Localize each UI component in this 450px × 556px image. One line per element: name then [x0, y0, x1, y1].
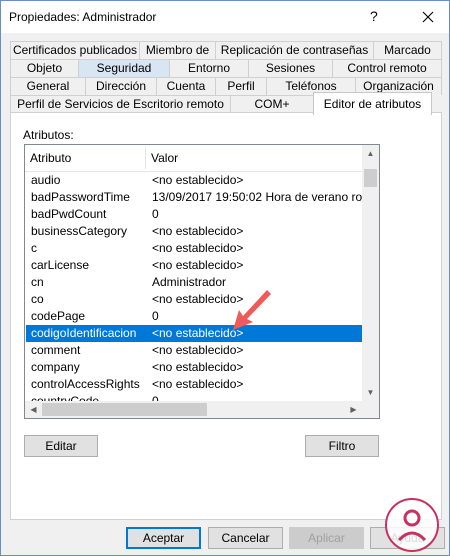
attribute-value: <no establecido> [152, 224, 244, 238]
attribute-name: badPasswordTime [31, 190, 130, 204]
horizontal-scroll-thumb[interactable] [42, 403, 207, 416]
horizontal-scrollbar[interactable]: ◀ ▶ [25, 401, 362, 418]
tab-perfil[interactable]: Perfil [215, 77, 267, 95]
attribute-row[interactable]: comment <no establecido> [26, 342, 362, 359]
attribute-name: badPwdCount [31, 207, 107, 221]
attribute-name: businessCategory [31, 224, 128, 238]
vertical-scrollbar[interactable]: ▲ ▼ [362, 145, 379, 401]
attribute-name: c [31, 241, 37, 255]
tab-objeto[interactable]: Objeto [10, 59, 79, 77]
tab-replicacion-contrasenas[interactable]: Replicación de contraseñas [215, 41, 374, 59]
site-logo-watermark [385, 498, 439, 552]
attribute-name: codePage [31, 309, 86, 323]
close-button[interactable] [407, 1, 449, 33]
column-header-value[interactable]: Valor [146, 145, 346, 171]
close-icon [422, 11, 434, 23]
tab-editor-de-atributos[interactable]: Editor de atributos [313, 92, 432, 115]
tab-row-2: Objeto Seguridad Entorno Sesiones Contro… [1, 59, 450, 77]
attributes-label: Atributos: [23, 128, 74, 142]
cancel-button[interactable]: Cancelar [208, 527, 283, 549]
attribute-value: 13/09/2017 19:50:02 Hora de verano roman… [152, 190, 362, 204]
help-button[interactable]: ? [370, 8, 378, 24]
column-header-attribute[interactable]: Atributo [25, 145, 145, 171]
attribute-name: codigoIdentificacion [31, 326, 137, 340]
attribute-name: cn [31, 275, 44, 289]
attribute-row[interactable]: badPwdCount 0 [26, 206, 362, 223]
attribute-row[interactable]: codigoIdentificacion <no establecido> [26, 325, 362, 342]
tab-entorno[interactable]: Entorno [169, 59, 249, 77]
tab-direccion[interactable]: Dirección [85, 77, 157, 95]
attribute-value: <no establecido> [152, 241, 244, 255]
attribute-name: company [31, 360, 80, 374]
window-title: Propiedades: Administrador [9, 10, 157, 24]
tab-miembro-de[interactable]: Miembro de [139, 41, 216, 59]
attribute-row[interactable]: codePage 0 [26, 308, 362, 325]
attribute-name: carLicense [31, 258, 90, 272]
tab-row-4: Perfil de Servicios de Escritorio remoto… [1, 92, 450, 115]
attribute-row[interactable]: businessCategory <no establecido> [26, 223, 362, 240]
attribute-name: co [31, 292, 44, 306]
attribute-value: <no establecido> [152, 360, 244, 374]
red-arrow-pointer-icon [233, 290, 271, 330]
attribute-value: 0 [152, 207, 159, 221]
attribute-value: <no establecido> [152, 258, 244, 272]
scroll-right-icon[interactable]: ▶ [345, 401, 362, 418]
attribute-value: <no establecido> [152, 173, 244, 187]
tab-row-1: Certificados publicados Miembro de Repli… [1, 41, 450, 59]
attribute-name: comment [31, 343, 81, 357]
scroll-left-icon[interactable]: ◀ [25, 401, 42, 418]
scroll-down-icon[interactable]: ▼ [362, 384, 379, 401]
tab-general[interactable]: General [10, 77, 86, 95]
tab-control-remoto[interactable]: Control remoto [332, 59, 442, 77]
properties-dialog: Propiedades: Administrador ? Certificado… [0, 0, 450, 556]
tab-marcado[interactable]: Marcado [373, 41, 442, 59]
tab-com-plus[interactable]: COM+ [230, 95, 314, 113]
tab-seguridad[interactable]: Seguridad [78, 59, 170, 77]
attribute-row[interactable]: c <no establecido> [26, 240, 362, 257]
edit-button[interactable]: Editar [24, 435, 98, 457]
attribute-row[interactable]: company <no establecido> [26, 359, 362, 376]
title-bar: Propiedades: Administrador ? [1, 1, 449, 33]
ok-button[interactable]: Aceptar [126, 527, 201, 549]
attribute-row[interactable]: badPasswordTime 13/09/2017 19:50:02 Hora … [26, 189, 362, 206]
vertical-scroll-thumb[interactable] [364, 169, 377, 187]
filter-button[interactable]: Filtro [305, 435, 379, 457]
attribute-value: <no establecido> [152, 377, 244, 391]
tab-certificados-publicados[interactable]: Certificados publicados [10, 41, 140, 59]
tab-cuenta[interactable]: Cuenta [156, 77, 216, 95]
attribute-row[interactable]: controlAccessRights <no establecido> [26, 376, 362, 393]
tab-perfil-servicios-escritorio-remoto[interactable]: Perfil de Servicios de Escritorio remoto [10, 95, 231, 113]
attribute-row[interactable]: cn Administrador [26, 274, 362, 291]
list-rows: audio <no establecido> badPasswordTime 13/0… [25, 172, 362, 405]
attribute-name: audio [31, 173, 61, 187]
attribute-row[interactable]: carLicense <no establecido> [26, 257, 362, 274]
tab-sesiones[interactable]: Sesiones [248, 59, 333, 77]
attribute-row[interactable]: co <no establecido> [26, 291, 362, 308]
scrollbar-corner [362, 401, 379, 418]
scroll-up-icon[interactable]: ▲ [362, 145, 379, 162]
apply-button[interactable]: Aplicar [289, 527, 364, 549]
attributes-list[interactable]: Atributo Valor audio <no establecido> badP… [24, 144, 380, 419]
list-header: Atributo Valor [25, 145, 362, 172]
attribute-row[interactable]: audio <no establecido> [26, 172, 362, 189]
attribute-value: <no establecido> [152, 343, 244, 357]
attribute-name: controlAccessRights [31, 377, 140, 391]
